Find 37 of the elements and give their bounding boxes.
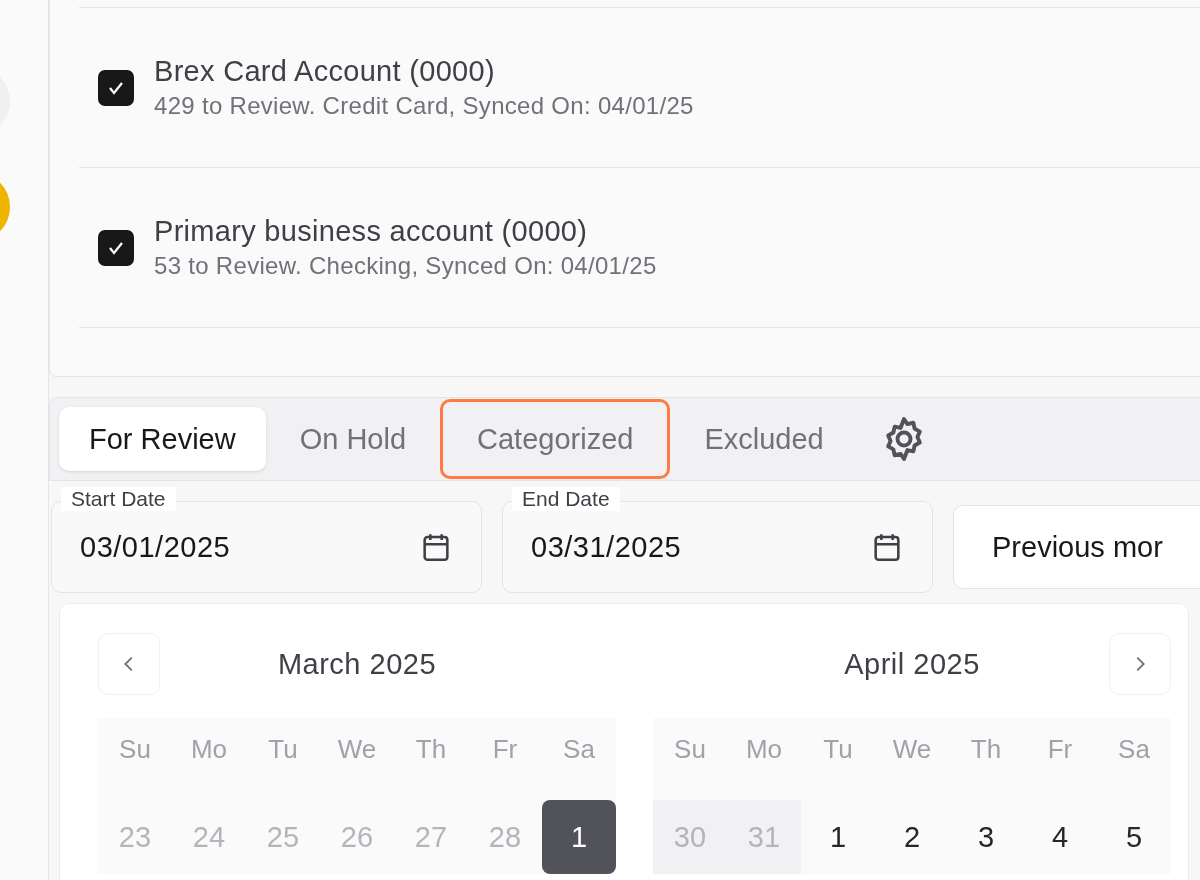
weekday-label: We <box>336 734 378 766</box>
calendar-day[interactable]: 1 <box>801 800 875 874</box>
calendar-day[interactable]: 3 <box>949 800 1023 874</box>
field-label: Start Date <box>61 487 176 511</box>
weekday-label: Mo <box>189 734 229 766</box>
month-title: March 2025 <box>277 647 437 681</box>
tab[interactable]: On Hold <box>269 407 437 471</box>
weekday-label: Su <box>673 734 707 766</box>
date-preset-button[interactable]: Previous mor <box>953 505 1200 589</box>
tab[interactable]: For Review <box>59 407 266 471</box>
calendar-day[interactable]: 5 <box>1097 800 1171 874</box>
tab[interactable]: Excluded <box>674 407 854 471</box>
field-label: End Date <box>512 487 620 511</box>
date-value: 03/31/2025 <box>531 530 682 564</box>
weekday-label: Tu <box>267 734 299 766</box>
account-detail: 429 to Review. Credit Card, Synced On: 04/01/25 <box>154 92 694 120</box>
tab[interactable]: Categorized <box>440 399 671 479</box>
weekday-label: Tu <box>822 734 854 766</box>
month-title: April 2025 <box>844 647 980 681</box>
weekday-label: Sa <box>1117 734 1151 766</box>
weekday-label: Mo <box>744 734 784 766</box>
weekday-label: Th <box>969 734 1003 766</box>
account-name: Brex Card Account (0000) <box>154 55 496 88</box>
weekday-label: Fr <box>1046 734 1074 766</box>
account-checkbox[interactable] <box>98 229 134 266</box>
calendar-day[interactable]: 4 <box>1023 800 1097 874</box>
weekday-label: We <box>891 734 933 766</box>
account-detail: 53 to Review. Checking, Synced On: 04/01/25 <box>154 252 657 280</box>
account-name: Primary business account (0000) <box>154 215 589 248</box>
weekday-label: Fr <box>491 734 519 766</box>
account-checkbox[interactable] <box>98 69 134 106</box>
weekday-label: Sa <box>562 734 596 766</box>
weekday-label: Su <box>118 734 152 766</box>
calendar-day[interactable]: 1 <box>542 800 616 874</box>
date-value: 03/01/2025 <box>80 530 231 564</box>
weekday-label: Th <box>414 734 448 766</box>
calendar-day[interactable]: 2 <box>875 800 949 874</box>
